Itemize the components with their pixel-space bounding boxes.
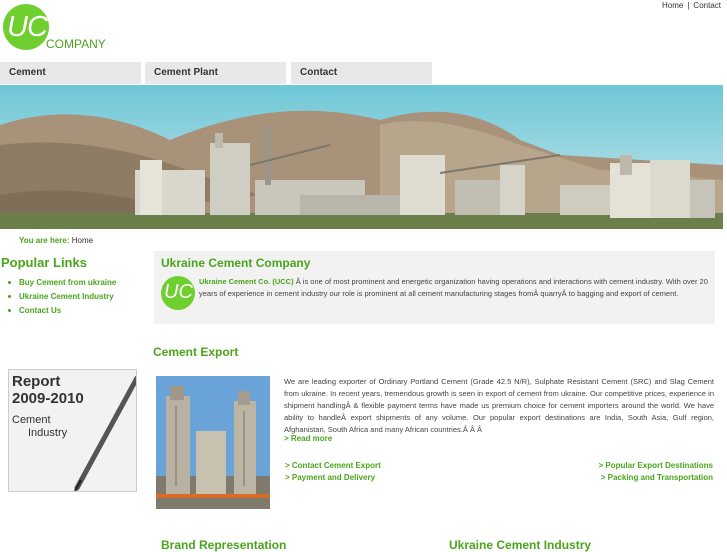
packing-transportation-link[interactable]: > Packing and Transportation [601, 473, 713, 482]
site-logo[interactable]: UC COMPANY [3, 4, 115, 58]
popular-link-label: Ukraine Cement Industry [19, 292, 114, 301]
cement-plant-photo-image [156, 376, 270, 509]
ukraine-cement-industry-title: Ukraine Cement Industry [449, 538, 592, 552]
cement-plant-banner [0, 85, 723, 229]
payment-delivery-link[interactable]: > Payment and Delivery [285, 473, 375, 482]
intro-logo-mark: UC [164, 281, 193, 303]
nav-item-cement[interactable]: Cement [0, 62, 141, 84]
home-link[interactable]: Home [662, 1, 683, 10]
brand-representation-title: Brand Representation [161, 538, 287, 552]
logo-mark: UC [7, 11, 48, 43]
intro-text: Ukraine Cement Co. (UCC) Â is one of mos… [199, 276, 709, 300]
popular-links-list: Buy Cement from ukraine Ukraine Cement I… [8, 277, 116, 319]
intro-title: Ukraine Cement Company [161, 256, 311, 270]
bullet-icon [8, 309, 11, 313]
contact-cement-export-link[interactable]: > Contact Cement Export [285, 461, 381, 470]
cement-plant-banner-image [0, 85, 723, 229]
report-banner[interactable]: Report 2009-2010 Cement Industry [8, 369, 137, 492]
contact-link[interactable]: Contact [693, 1, 721, 10]
cement-export-title: Cement Export [153, 345, 239, 359]
bullet-icon [8, 281, 11, 285]
popular-link-cement-industry[interactable]: Ukraine Cement Industry [8, 291, 116, 305]
pen-icon [74, 375, 136, 491]
popular-link-label: Buy Cement from ukraine [19, 278, 117, 287]
popular-links-title: Popular Links [1, 255, 87, 270]
logo-wordmark: COMPANY [46, 37, 106, 51]
intro-company-name: Ukraine Cement Co. (UCC) [199, 277, 294, 286]
breadcrumb-current: Home [71, 236, 94, 245]
cement-plant-photo [156, 376, 270, 509]
intro-panel: Ukraine Cement Company UC Ukraine Cement… [154, 251, 715, 324]
popular-link-buy-cement[interactable]: Buy Cement from ukraine [8, 277, 116, 291]
cement-export-text: We are leading exporter of Ordinary Port… [284, 377, 714, 434]
nav-item-cement-plant[interactable]: Cement Plant [145, 62, 286, 84]
bullet-icon [8, 295, 11, 299]
popular-link-label: Contact Us [19, 306, 62, 315]
breadcrumb-label: You are here: [19, 236, 70, 245]
export-destinations-link[interactable]: > Popular Export Destinations [599, 461, 713, 470]
top-links-separator: | [687, 1, 690, 10]
breadcrumb: You are here: Home [19, 236, 93, 245]
intro-logo: UC [161, 276, 195, 310]
read-more-link[interactable]: > Read more [284, 434, 332, 443]
top-links: Home | Contact [662, 1, 721, 10]
nav-item-contact[interactable]: Contact [291, 62, 432, 84]
popular-link-contact-us[interactable]: Contact Us [8, 305, 116, 319]
